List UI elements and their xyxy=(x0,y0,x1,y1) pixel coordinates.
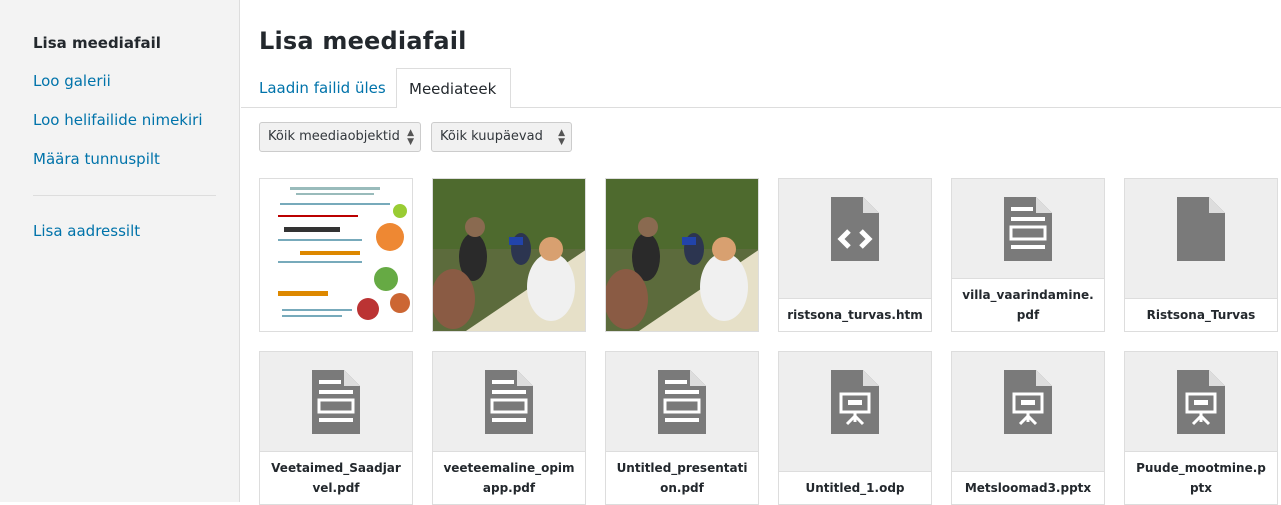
media-item-file[interactable]: villa_vaarindamine.pdf xyxy=(951,178,1105,332)
tab-media-library[interactable]: Meediateek xyxy=(396,68,511,108)
document-file-icon xyxy=(485,370,533,434)
media-filename: Untitled_presentation.pdf xyxy=(606,451,758,504)
document-file-icon xyxy=(1004,197,1052,261)
media-item-image[interactable] xyxy=(259,178,413,332)
sidebar-item-create-playlist[interactable]: Loo helifailide nimekiri xyxy=(33,111,202,129)
media-sidebar: Lisa meediafail Loo galerii Loo helifail… xyxy=(0,0,240,502)
sidebar-item-create-gallery[interactable]: Loo galerii xyxy=(33,72,111,90)
poster-thumbnail xyxy=(260,179,412,331)
document-file-icon xyxy=(658,370,706,434)
presentation-file-icon xyxy=(1004,370,1052,434)
media-type-filter-value: Kõik meediaobjektid xyxy=(268,129,400,144)
media-type-filter[interactable]: Kõik meediaobjektid ▲ ▼ xyxy=(259,122,421,152)
media-filename: ristsona_turvas.htm xyxy=(779,298,931,331)
media-filename: Veetaimed_Saadjarvel.pdf xyxy=(260,451,412,504)
meeting-photo-thumbnail xyxy=(606,179,758,331)
document-file-icon xyxy=(312,370,360,434)
meeting-photo-thumbnail xyxy=(433,179,585,331)
media-filename: Ristsona_Turvas xyxy=(1125,298,1277,331)
media-filename: Metsloomad3.pptx xyxy=(952,471,1104,504)
media-item-file[interactable]: veeteemaline_opimapp.pdf xyxy=(432,351,586,505)
media-item-file[interactable]: Ristsona_Turvas xyxy=(1124,178,1278,332)
generic-file-icon xyxy=(1177,197,1225,261)
sidebar-item-insert-from-url[interactable]: Lisa aadressilt xyxy=(33,222,140,240)
tab-upload-files[interactable]: Laadin failid üles xyxy=(259,68,386,108)
sidebar-item-insert-media[interactable]: Lisa meediafail xyxy=(33,34,161,52)
select-arrows-icon: ▲ ▼ xyxy=(558,128,565,147)
presentation-file-icon xyxy=(1177,370,1225,434)
media-item-file[interactable]: ristsona_turvas.htm xyxy=(778,178,932,332)
media-filename: Puude_mootmine.pptx xyxy=(1125,451,1277,504)
media-item-file[interactable]: Untitled_1.odp xyxy=(778,351,932,505)
media-item-photo[interactable] xyxy=(432,178,586,332)
page-title: Lisa meediafail xyxy=(259,27,467,55)
media-item-file[interactable]: Puude_mootmine.pptx xyxy=(1124,351,1278,505)
media-filename: villa_vaarindamine.pdf xyxy=(952,278,1104,331)
media-item-file[interactable]: Veetaimed_Saadjarvel.pdf xyxy=(259,351,413,505)
media-filename: Untitled_1.odp xyxy=(779,471,931,504)
media-item-file[interactable]: Untitled_presentation.pdf xyxy=(605,351,759,505)
media-filename: veeteemaline_opimapp.pdf xyxy=(433,451,585,504)
code-file-icon xyxy=(831,197,879,261)
date-filter-value: Kõik kuupäevad xyxy=(440,129,543,144)
presentation-file-icon xyxy=(831,370,879,434)
select-arrows-icon: ▲ ▼ xyxy=(407,128,414,147)
media-item-photo[interactable] xyxy=(605,178,759,332)
date-filter[interactable]: Kõik kuupäevad ▲ ▼ xyxy=(431,122,572,152)
sidebar-divider xyxy=(33,195,216,196)
media-item-file[interactable]: Metsloomad3.pptx xyxy=(951,351,1105,505)
sidebar-item-featured-image[interactable]: Määra tunnuspilt xyxy=(33,150,160,168)
